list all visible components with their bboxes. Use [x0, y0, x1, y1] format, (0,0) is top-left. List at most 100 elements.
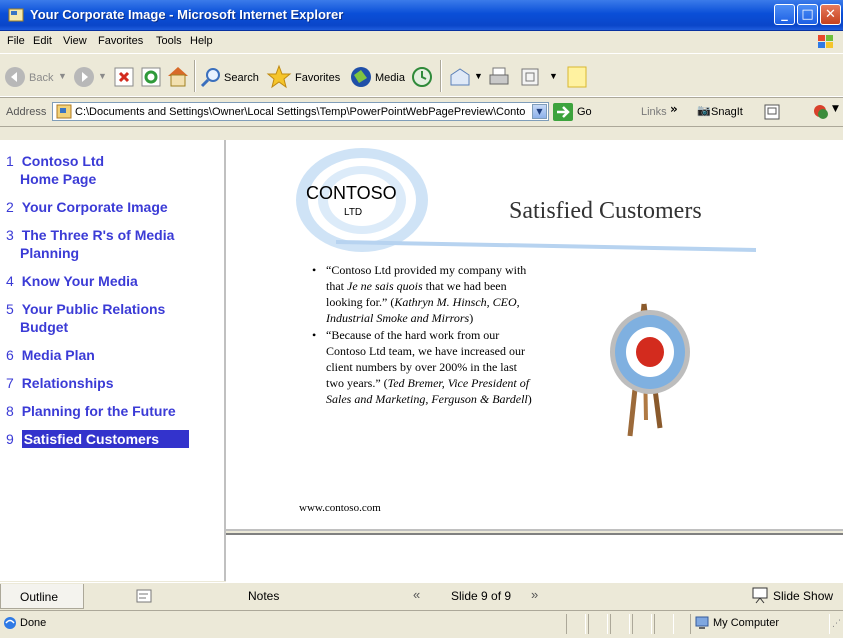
close-button[interactable]: ✕ [820, 4, 841, 25]
testimonial-list: “Contoso Ltd provided my company with th… [312, 262, 534, 408]
menu-view[interactable]: View [63, 35, 87, 47]
minimize-button[interactable]: _ [774, 4, 795, 25]
testimonial-end: ) [469, 311, 474, 325]
outline-number: 5 [6, 301, 14, 317]
forward-dropdown-icon[interactable]: ▼ [98, 71, 107, 81]
outline-number: 3 [6, 227, 14, 243]
ie-page-icon [4, 617, 16, 629]
refresh-icon[interactable] [141, 67, 161, 87]
toolbar-separator [440, 60, 442, 92]
address-bar: Address C:\Documents and Settings\Owner\… [0, 98, 843, 127]
messenger-dropdown-icon[interactable]: ▼ [832, 104, 839, 114]
presentation-nav-bar: Outline Notes « Slide 9 of 9 » Slide Sho… [0, 582, 843, 610]
outline-item-7[interactable]: 7 Relationships [6, 374, 113, 392]
testimonial-end: ) [527, 392, 532, 406]
sticky-note-icon[interactable] [566, 65, 588, 89]
messenger-icon[interactable] [812, 103, 830, 121]
outline-item-4[interactable]: 4 Know Your Media [6, 272, 138, 290]
snagit-camera-icon[interactable]: 📷 [697, 104, 711, 117]
maximize-button[interactable]: □ [797, 4, 818, 25]
outline-tab-label: Outline [20, 590, 59, 604]
address-input[interactable]: C:\Documents and Settings\Owner\Local Se… [75, 106, 530, 118]
outline-item-2[interactable]: 2 Your Corporate Image [6, 198, 168, 216]
menu-tools[interactable]: Tools [156, 35, 182, 47]
search-icon[interactable] [200, 66, 222, 88]
outline-number: 4 [6, 273, 14, 289]
outline-label: Know Your Media [21, 273, 138, 289]
outline-item-9[interactable]: 9 Satisfied Customers [6, 430, 190, 448]
slide-show-button[interactable]: Slide Show [773, 589, 833, 603]
back-dropdown-icon[interactable]: ▼ [58, 71, 67, 81]
mail-icon[interactable] [448, 66, 472, 88]
outline-label: Home Page [20, 171, 97, 187]
resize-grip-icon[interactable]: ⋰ [832, 619, 841, 629]
print-icon[interactable] [487, 65, 511, 89]
windows-flag-icon [818, 35, 833, 48]
footer-url[interactable]: www.contoso.com [299, 502, 381, 514]
media-label[interactable]: Media [375, 72, 405, 84]
history-icon[interactable] [410, 66, 434, 88]
mail-dropdown-icon[interactable]: ▼ [474, 71, 483, 81]
menu-file[interactable]: File [7, 35, 25, 47]
outline-item-1[interactable]: 1 Contoso Ltd Home Page [6, 152, 104, 188]
outline-label: Media Plan [21, 347, 95, 363]
back-arrow-icon[interactable] [4, 66, 26, 88]
previous-slide-icon[interactable]: « [413, 587, 420, 602]
home-icon[interactable] [166, 65, 190, 87]
outline-label: The Three R's of Media [21, 227, 175, 243]
title-bar[interactable]: Your Corporate Image - Microsoft Interne… [0, 0, 843, 31]
outline-number: 1 [6, 153, 14, 169]
next-slide-icon[interactable]: » [531, 587, 538, 602]
edit-dropdown-icon[interactable]: ▼ [549, 71, 558, 81]
stop-icon[interactable] [114, 67, 134, 87]
outline-item-8[interactable]: 8 Planning for the Future [6, 402, 176, 420]
go-button[interactable]: Go [577, 106, 592, 118]
page-icon [56, 104, 72, 119]
outline-label: Contoso Ltd [21, 153, 105, 169]
outline-number: 2 [6, 199, 14, 215]
status-panel [566, 614, 586, 634]
outline-tab[interactable]: Outline [0, 584, 84, 609]
search-label[interactable]: Search [224, 72, 259, 84]
toolbar-separator [194, 60, 196, 92]
address-label: Address [6, 106, 47, 118]
standard-toolbar: Back ▼ ▼ Search Favorites Media ▼ ▼ [0, 54, 843, 97]
status-text: Done [20, 617, 47, 629]
expand-outline-icon[interactable] [136, 589, 152, 603]
my-computer-icon [695, 616, 709, 629]
notes-button[interactable]: Notes [248, 589, 279, 603]
outline-item-3[interactable]: 3 The Three R's of Media Planning [6, 226, 174, 262]
status-panel [632, 614, 652, 634]
slide-pane: CONTOSO LTD Satisfied Customers “Contoso… [226, 140, 843, 531]
outline-number: 6 [6, 347, 14, 363]
address-dropdown-icon[interactable]: ▼ [532, 104, 547, 119]
favorites-star-icon[interactable] [266, 64, 292, 90]
slide-title: Satisfied Customers [509, 198, 702, 224]
menu-edit[interactable]: Edit [33, 35, 52, 47]
menu-favorites[interactable]: Favorites [98, 35, 143, 47]
links-label[interactable]: Links [641, 106, 667, 118]
snagit-button[interactable]: SnagIt [711, 106, 743, 118]
edit-page-icon[interactable] [520, 67, 540, 87]
testimonial-item: “Because of the hard work from our Conto… [312, 327, 534, 407]
links-chevron-icon[interactable]: » [670, 102, 678, 116]
outline-number: 7 [6, 375, 14, 391]
outline-item-5[interactable]: 5 Your Public Relations Budget [6, 300, 165, 336]
back-label[interactable]: Back [29, 72, 53, 84]
outline-label: Planning for the Future [21, 403, 176, 419]
outline-label: Your Corporate Image [21, 199, 168, 215]
menu-help[interactable]: Help [190, 35, 213, 47]
status-panel [588, 614, 608, 634]
testimonial-italic: Je ne sais quois [347, 279, 423, 293]
go-arrow-icon[interactable] [553, 103, 573, 121]
favorites-label[interactable]: Favorites [295, 72, 340, 84]
forward-arrow-icon[interactable] [73, 66, 95, 88]
slide-show-icon[interactable] [751, 586, 769, 604]
outline-label: Relationships [21, 375, 114, 391]
outline-item-6[interactable]: 6 Media Plan [6, 346, 95, 364]
zone-panel: My Computer [690, 614, 830, 634]
media-icon[interactable] [349, 66, 373, 88]
snagit-options-icon[interactable] [763, 103, 781, 121]
address-field[interactable]: C:\Documents and Settings\Owner\Local Se… [52, 102, 549, 121]
notes-pane[interactable] [226, 533, 843, 583]
